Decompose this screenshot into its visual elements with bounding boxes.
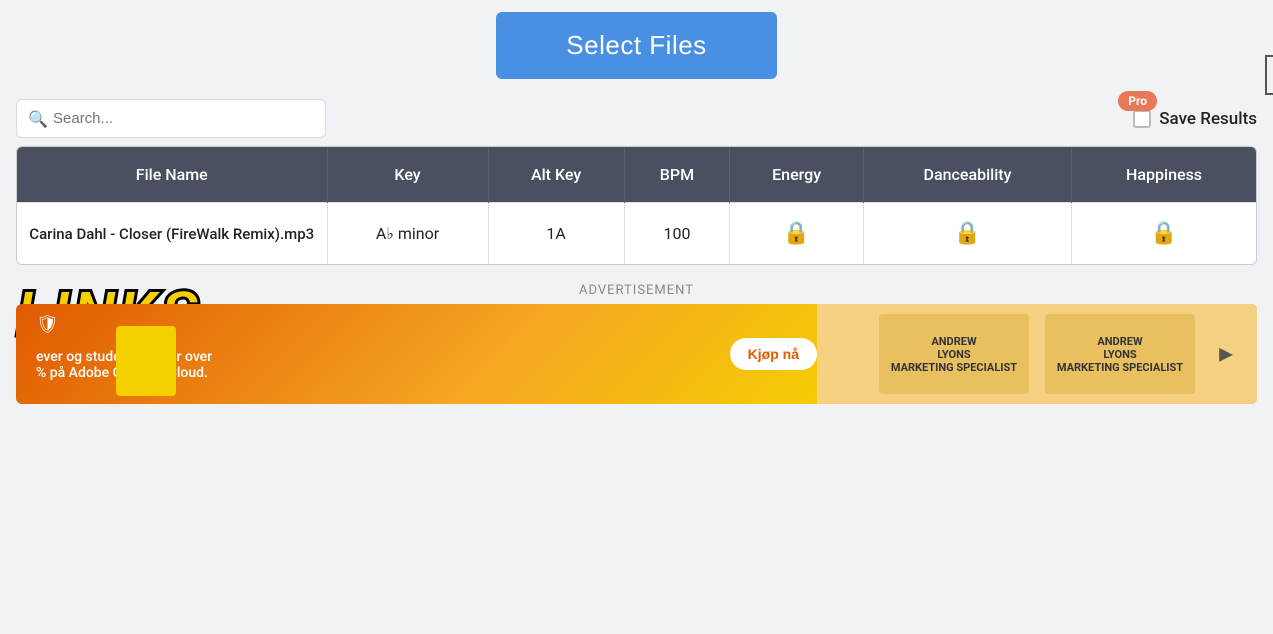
search-wrapper: 🔍	[16, 99, 326, 138]
search-input[interactable]	[16, 99, 326, 138]
cell-file-name: Carina Dahl - Closer (FireWalk Remix).mp…	[17, 203, 327, 265]
col-alt-key: Alt Key	[488, 147, 624, 203]
ad-person1-sub: MARKETING SPECIALIST	[891, 361, 1017, 374]
bottom-section: LINKS ADVERTISEMENT 🛡 ever og studenter:…	[0, 283, 1273, 404]
col-danceability: Danceability	[863, 147, 1071, 203]
ad-person-2: ANDREW LYONS MARKETING SPECIALIST	[1045, 314, 1195, 394]
ad-yellow-rect	[116, 326, 176, 396]
ad-person2-title: LYONS	[1103, 348, 1136, 361]
cell-energy: 🔒	[730, 203, 864, 265]
search-icon: 🔍	[28, 109, 48, 128]
col-bpm: BPM	[624, 147, 730, 203]
save-results-area: Pro Save Results	[1133, 109, 1257, 129]
ad-right-section: ANDREW LYONS MARKETING SPECIALIST ANDREW…	[817, 304, 1257, 404]
top-section: Select Files	[0, 0, 1273, 91]
select-files-button[interactable]: Select Files	[496, 12, 776, 79]
happiness-lock-icon: 🔒	[1150, 221, 1177, 246]
cell-alt-key: 1A	[488, 203, 624, 265]
col-energy: Energy	[730, 147, 864, 203]
danceability-lock-icon: 🔒	[954, 221, 981, 246]
ad-person2-name: ANDREW	[1097, 335, 1142, 348]
col-happiness: Happiness	[1072, 147, 1256, 203]
controls-row: 🔍 Pro Save Results	[0, 91, 1273, 146]
energy-lock-icon: 🔒	[783, 221, 810, 246]
ad-shield-icon: 🛡	[36, 314, 59, 335]
cell-danceability: 🔒	[863, 203, 1071, 265]
ad-person2-sub: MARKETING SPECIALIST	[1057, 361, 1183, 374]
ad-expand-icon: ▶	[1219, 344, 1233, 365]
table-header-row: File Name Key Alt Key BPM Energy Danceab…	[17, 147, 1256, 203]
cell-happiness: 🔒	[1072, 203, 1256, 265]
ad-person1-title: LYONS	[937, 348, 970, 361]
right-edge-partial	[1265, 55, 1273, 95]
col-file-name: File Name	[17, 147, 327, 203]
table-row: Carina Dahl - Closer (FireWalk Remix).mp…	[17, 203, 1256, 265]
col-key: Key	[327, 147, 488, 203]
cell-key: A♭ minor	[327, 203, 488, 265]
ad-person1-name: ANDREW	[931, 335, 976, 348]
results-table: File Name Key Alt Key BPM Energy Danceab…	[17, 147, 1256, 264]
pro-badge: Pro	[1118, 91, 1157, 111]
save-results-checkbox[interactable]	[1133, 110, 1151, 128]
ad-kjop-button[interactable]: Kjøp nå	[730, 338, 817, 370]
ad-banner[interactable]: 🛡 ever og studenter: Spar over % på Adob…	[16, 304, 1257, 404]
save-results-label: Save Results	[1159, 109, 1257, 129]
cell-bpm: 100	[624, 203, 730, 265]
ad-person-1: ANDREW LYONS MARKETING SPECIALIST	[879, 314, 1029, 394]
results-table-container: File Name Key Alt Key BPM Energy Danceab…	[16, 146, 1257, 265]
